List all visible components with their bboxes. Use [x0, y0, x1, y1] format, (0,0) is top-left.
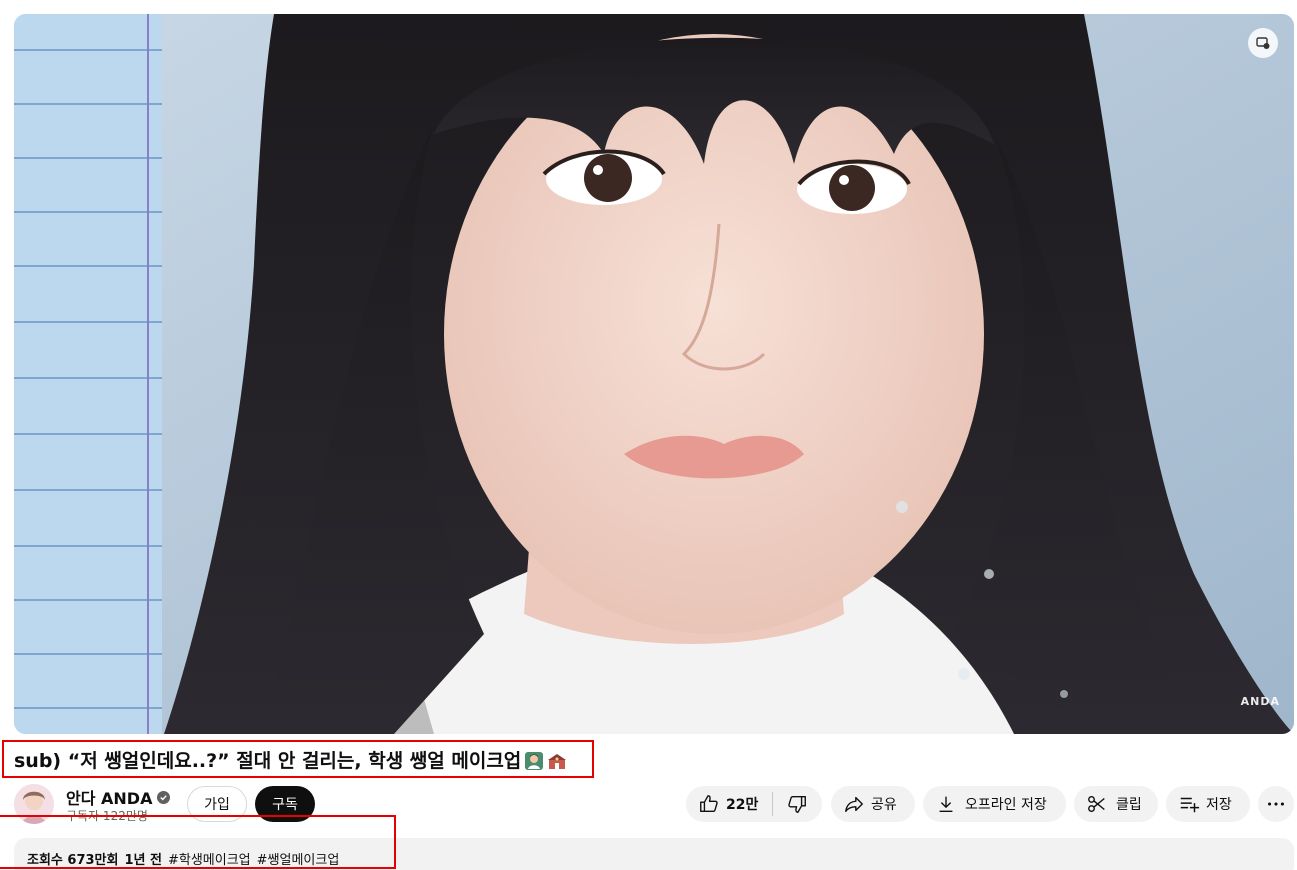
like-button[interactable]: 22만 [686, 786, 772, 822]
dislike-button[interactable] [773, 786, 821, 822]
miniplayer-button[interactable] [1248, 28, 1278, 58]
playlist-add-icon [1178, 793, 1200, 815]
channel-watermark: ANDA [1240, 695, 1280, 708]
thumbs-up-icon [698, 793, 720, 815]
share-icon [843, 793, 865, 815]
more-actions-button[interactable] [1258, 786, 1294, 822]
share-button[interactable]: 공유 [831, 786, 915, 822]
channel-name[interactable]: 안다 ANDA [66, 785, 171, 809]
share-label: 공유 [871, 797, 897, 813]
like-dislike-group: 22만 [686, 786, 822, 822]
download-label: 오프라인 저장 [965, 797, 1047, 813]
video-player[interactable]: ANDA [14, 14, 1294, 734]
like-count: 22만 [726, 797, 759, 813]
save-label: 저장 [1206, 797, 1232, 813]
channel-name-text[interactable]: 안다 ANDA [66, 785, 152, 809]
video-frame [14, 14, 1294, 734]
clip-button[interactable]: 클립 [1074, 786, 1158, 822]
video-title-text: sub) “저 쌩얼인데요..?” 절대 안 걸리는, 학생 쌩얼 메이크업 [14, 750, 522, 772]
verified-badge-icon [157, 790, 171, 804]
more-horizontal-icon [1265, 793, 1287, 815]
thumbs-down-icon [786, 793, 808, 815]
school-emoji-icon [548, 754, 567, 769]
video-title: sub) “저 쌩얼인데요..?” 절대 안 걸리는, 학생 쌩얼 메이크업 [14, 748, 567, 774]
meta-highlight-box [0, 815, 396, 869]
clip-label: 클립 [1116, 797, 1142, 813]
student-emoji-icon [525, 752, 544, 770]
save-button[interactable]: 저장 [1166, 786, 1250, 822]
download-button[interactable]: 오프라인 저장 [923, 786, 1066, 822]
scissors-icon [1086, 793, 1108, 815]
download-icon [935, 793, 957, 815]
miniplayer-icon [1256, 37, 1270, 49]
